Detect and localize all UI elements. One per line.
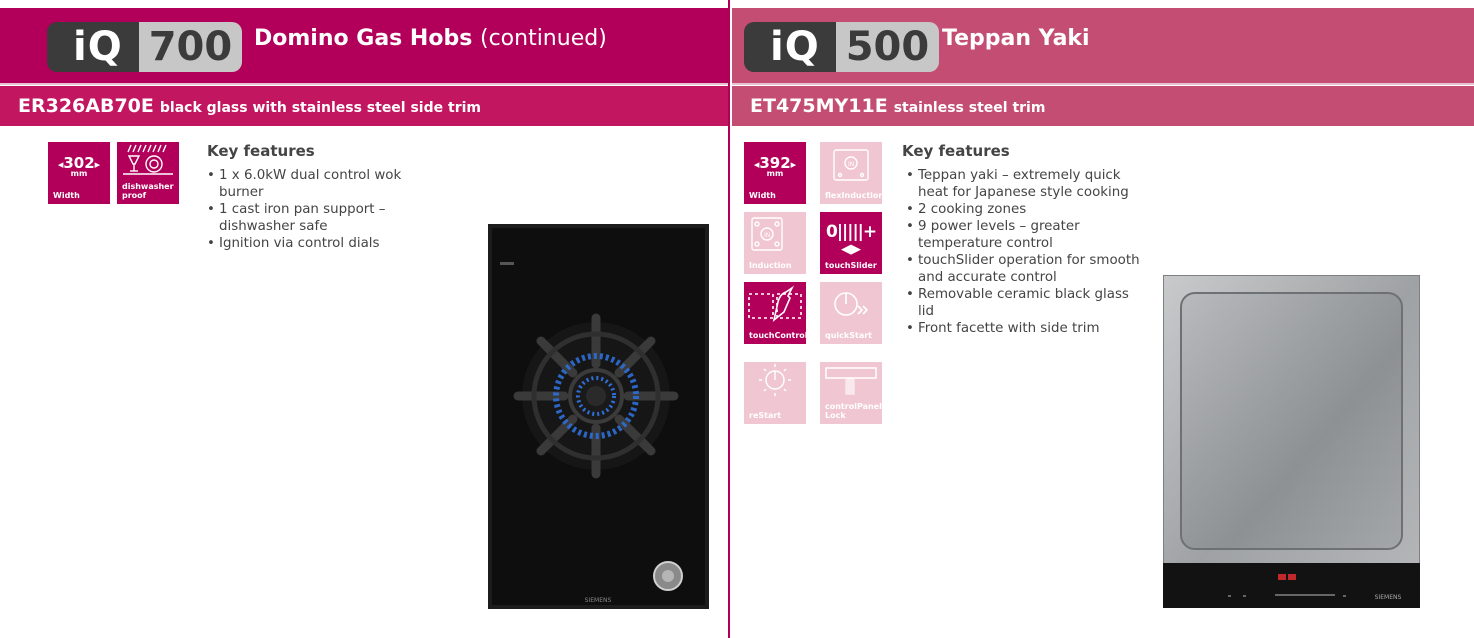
title-text: Domino Gas Hobs — [254, 26, 473, 51]
feature-item: Teppan yaki – extremely quick heat for J… — [906, 167, 1146, 201]
controlpanel-label-line1: controlPanel — [825, 402, 882, 411]
controlpanel-lock-icon: controlPanel Lock — [820, 362, 882, 424]
model-bar: ER326AB70E black glass with stainless st… — [0, 86, 728, 126]
feature-item: 1 cast iron pan support – dishwasher saf… — [207, 201, 412, 235]
model-description: black glass with stainless steel side tr… — [159, 99, 481, 116]
svg-text:IN: IN — [764, 232, 770, 239]
induction-icon: IN Induction — [744, 212, 806, 274]
touchslider-icon: 0|||||+ ◀▶ touchSlider — [820, 212, 882, 274]
induction-label: Induction — [749, 261, 792, 270]
logo-iq: iQ — [744, 22, 836, 72]
header-line — [732, 83, 1474, 85]
logo-number: 500 — [835, 22, 940, 72]
product-brand: SIEMENS — [585, 597, 612, 604]
width-label: Width — [53, 191, 80, 200]
feature-item: Front facette with side trim — [906, 320, 1146, 337]
slider-arrows-icon: ◀▶ — [841, 242, 861, 257]
flexinduction-icon: IN flexInduction — [820, 142, 885, 204]
controlpanel-lock-glyph — [825, 367, 877, 395]
dishwasher-glyph — [123, 144, 173, 175]
left-page: iQ 700 Domino Gas Hobs (continued) ER326… — [0, 0, 728, 638]
touchslider-glyph: 0|||||+ — [826, 222, 877, 242]
quickstart-icon: quickStart — [820, 282, 882, 344]
title-suffix: (continued) — [479, 26, 607, 51]
restart-glyph — [759, 364, 791, 396]
touchcontrol-label: touchControl — [749, 331, 808, 340]
width-label: Width — [749, 191, 776, 200]
dishwasher-proof-icon: dishwasher proof — [117, 142, 179, 204]
flexinduction-label: flexInduction — [825, 191, 885, 200]
logo-iq: iQ — [47, 22, 139, 72]
gas-hob-photo: SIEMENS — [488, 224, 709, 609]
model-code: ER326AB70E — [18, 95, 154, 117]
flexinduction-glyph: IN — [833, 149, 869, 181]
quickstart-label: quickStart — [825, 331, 872, 340]
teppan-yaki-photo: SIEMENS — [1163, 275, 1420, 608]
model-description: stainless steel trim — [893, 99, 1046, 116]
touchcontrol-icon: touchControl — [744, 282, 808, 344]
iq700-logo: iQ 700 — [47, 22, 243, 72]
dishwasher-label-line1: dishwasher — [122, 182, 174, 191]
page-divider — [728, 0, 730, 638]
logo-number: 700 — [138, 22, 243, 72]
dishwasher-label: dishwasher proof — [122, 182, 174, 200]
header-line — [0, 83, 728, 85]
width-icon: ◂302▸ mm Width — [48, 142, 110, 204]
width-icon: ◂392▸ mm Width — [744, 142, 806, 204]
model-code: ET475MY11E — [750, 95, 888, 117]
restart-icon: reStart — [744, 362, 806, 424]
width-unit: mm — [766, 169, 784, 178]
dishwasher-label-line2: proof — [122, 191, 147, 200]
touchslider-label: touchSlider — [825, 261, 877, 270]
svg-text:IN: IN — [848, 161, 854, 168]
key-features-list: Teppan yaki – extremely quick heat for J… — [906, 167, 1146, 337]
product-brand: SIEMENS — [1375, 594, 1402, 601]
page-title: Teppan Yaki — [942, 26, 1090, 51]
controlpanel-lock-label: controlPanel Lock — [825, 402, 882, 420]
feature-item: 2 cooking zones — [906, 201, 1146, 218]
right-page: iQ 500 Teppan Yaki ET475MY11E stainless … — [732, 0, 1474, 638]
quickstart-glyph — [834, 292, 869, 316]
feature-item: Removable ceramic black glass lid — [906, 286, 1146, 320]
key-features-list: 1 x 6.0kW dual control wok burner 1 cast… — [207, 167, 412, 252]
key-features-title: Key features — [902, 142, 1010, 160]
iq500-logo: iQ 500 — [744, 22, 940, 72]
page-title: Domino Gas Hobs (continued) — [254, 26, 607, 51]
key-features-title: Key features — [207, 142, 315, 160]
model-bar: ET475MY11E stainless steel trim — [732, 86, 1474, 126]
controlpanel-label-line2: Lock — [825, 411, 846, 420]
touchcontrol-glyph — [748, 285, 802, 323]
feature-item: touchSlider operation for smooth and acc… — [906, 252, 1146, 286]
feature-item: 9 power levels – greater temperature con… — [906, 218, 1146, 252]
feature-item: Ignition via control dials — [207, 235, 412, 252]
feature-item: 1 x 6.0kW dual control wok burner — [207, 167, 412, 201]
restart-label: reStart — [749, 411, 782, 420]
width-unit: mm — [70, 169, 88, 178]
induction-glyph: IN — [751, 217, 783, 251]
